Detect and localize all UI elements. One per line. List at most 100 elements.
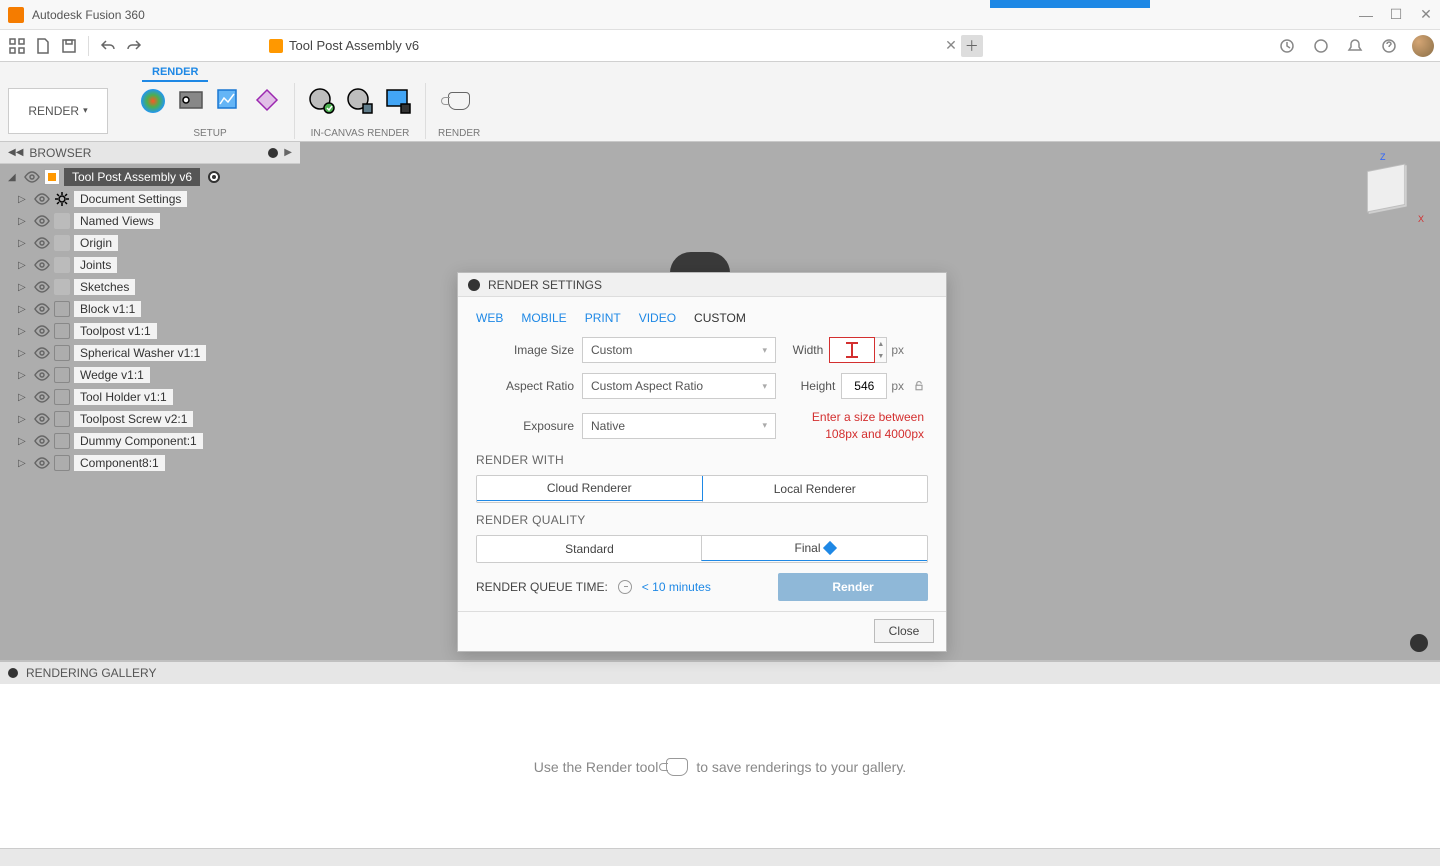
tree-root-label: Tool Post Assembly v6 (64, 168, 200, 186)
expand-icon[interactable]: ▷ (18, 260, 30, 271)
browser-header[interactable]: ◀◀ BROWSER ▶ (0, 142, 300, 164)
user-avatar[interactable] (1412, 35, 1434, 57)
new-tab-icon[interactable]: ＋ (961, 35, 983, 57)
tree-item[interactable]: ▷Toolpost Screw v2:1 (4, 408, 300, 430)
width-input[interactable] (829, 337, 875, 363)
visibility-icon[interactable] (34, 279, 50, 295)
tree-item[interactable]: ▷Named Views (4, 210, 300, 232)
decal-icon[interactable] (252, 86, 282, 116)
dialog-collapse-icon[interactable] (468, 279, 480, 291)
visibility-icon[interactable] (34, 345, 50, 361)
expand-icon[interactable]: ▷ (18, 326, 30, 337)
in-canvas-settings-icon[interactable] (345, 86, 375, 116)
comp-icon (54, 455, 70, 471)
help-icon[interactable] (1378, 35, 1400, 57)
gallery-header[interactable]: RENDERING GALLERY (0, 662, 1440, 684)
width-spinner[interactable]: ▲▼ (875, 337, 887, 363)
tree-root[interactable]: ◢ Tool Post Assembly v6 (4, 166, 300, 188)
save-icon[interactable] (58, 35, 80, 57)
tree-item[interactable]: ▷Sketches (4, 276, 300, 298)
expand-icon[interactable]: ▷ (18, 216, 30, 227)
visibility-icon[interactable] (34, 411, 50, 427)
dialog-title-bar[interactable]: RENDER SETTINGS (458, 273, 946, 297)
tree-item[interactable]: ▷Origin (4, 232, 300, 254)
expand-icon[interactable]: ▷ (18, 238, 30, 249)
expand-icon[interactable]: ◢ (8, 172, 20, 183)
exposure-select[interactable]: Native (582, 413, 776, 439)
dialog-tab-video[interactable]: VIDEO (639, 311, 676, 325)
expand-icon[interactable]: ▷ (18, 282, 30, 293)
tree-item[interactable]: ▷Document Settings (4, 188, 300, 210)
visibility-icon[interactable] (34, 433, 50, 449)
tree-item[interactable]: ▷Toolpost v1:1 (4, 320, 300, 342)
render-button[interactable]: Render (778, 573, 928, 601)
ribbon-tab-render[interactable]: RENDER (142, 64, 208, 82)
gallery-collapse-icon[interactable] (8, 668, 18, 678)
dialog-tab-custom[interactable]: CUSTOM (694, 311, 746, 325)
expand-icon[interactable]: ▷ (18, 458, 30, 469)
tree-item[interactable]: ▷Block v1:1 (4, 298, 300, 320)
tree-item[interactable]: ▷Dummy Component:1 (4, 430, 300, 452)
visibility-icon[interactable] (34, 455, 50, 471)
expand-icon[interactable]: ▷ (18, 194, 30, 205)
document-tab[interactable]: Tool Post Assembly v6 ✕ (269, 37, 957, 54)
data-panel-icon[interactable] (6, 35, 28, 57)
local-renderer-option[interactable]: Local Renderer (702, 476, 928, 502)
close-tab-icon[interactable]: ✕ (945, 37, 957, 54)
in-canvas-render-icon[interactable] (307, 86, 337, 116)
expand-icon[interactable]: ▷ (18, 304, 30, 315)
dialog-tab-mobile[interactable]: MOBILE (521, 311, 566, 325)
visibility-icon[interactable] (24, 169, 40, 185)
standard-quality-option[interactable]: Standard (477, 536, 702, 562)
cloud-renderer-option[interactable]: Cloud Renderer (476, 475, 703, 501)
minimize-button[interactable]: — (1360, 9, 1372, 21)
tree-item[interactable]: ▷Spherical Washer v1:1 (4, 342, 300, 364)
workspace-switcher[interactable]: RENDER (8, 88, 108, 134)
visibility-icon[interactable] (34, 301, 50, 317)
scene-settings-icon[interactable] (176, 86, 206, 116)
aspect-select[interactable]: Custom Aspect Ratio (582, 373, 776, 399)
browser-settings-icon[interactable] (268, 148, 278, 158)
tree-item[interactable]: ▷Component8:1 (4, 452, 300, 474)
visibility-icon[interactable] (34, 389, 50, 405)
visibility-icon[interactable] (34, 367, 50, 383)
expand-icon[interactable]: ▷ (18, 370, 30, 381)
capture-image-icon[interactable] (383, 86, 413, 116)
extensions-icon[interactable] (1276, 35, 1298, 57)
view-cube[interactable]: Z X (1352, 154, 1422, 224)
expand-icon[interactable]: ▷ (18, 414, 30, 425)
expand-icon[interactable]: ▷ (18, 436, 30, 447)
render-icon[interactable] (444, 86, 474, 116)
tree-item[interactable]: ▷Tool Holder v1:1 (4, 386, 300, 408)
visibility-icon[interactable] (34, 257, 50, 273)
activate-radio[interactable] (208, 171, 220, 183)
expand-icon[interactable]: ▷ (18, 392, 30, 403)
expand-icon[interactable]: ▷ (18, 348, 30, 359)
tree-item-label: Wedge v1:1 (74, 367, 150, 383)
job-status-icon[interactable] (1310, 35, 1332, 57)
file-menu-icon[interactable] (32, 35, 54, 57)
close-button[interactable]: Close (874, 619, 934, 643)
visibility-icon[interactable] (34, 191, 50, 207)
texture-map-icon[interactable] (214, 86, 244, 116)
pin-icon[interactable]: ▶ (284, 147, 292, 158)
feedback-icon[interactable] (1410, 634, 1428, 652)
visibility-icon[interactable] (34, 235, 50, 251)
collapse-icon[interactable]: ◀◀ (8, 147, 23, 158)
maximize-button[interactable]: ☐ (1390, 9, 1402, 21)
visibility-icon[interactable] (34, 213, 50, 229)
height-input[interactable] (841, 373, 887, 399)
final-quality-option[interactable]: Final (701, 535, 928, 561)
lock-aspect-icon[interactable] (910, 373, 928, 399)
visibility-icon[interactable] (34, 323, 50, 339)
redo-icon[interactable] (123, 35, 145, 57)
tree-item[interactable]: ▷ Wedge v1:1 (4, 364, 300, 386)
close-window-button[interactable]: ✕ (1420, 9, 1432, 21)
tree-item[interactable]: ▷Joints (4, 254, 300, 276)
dialog-tab-web[interactable]: WEB (476, 311, 503, 325)
image-size-select[interactable]: Custom (582, 337, 776, 363)
undo-icon[interactable] (97, 35, 119, 57)
notifications-icon[interactable] (1344, 35, 1366, 57)
dialog-tab-print[interactable]: PRINT (585, 311, 621, 325)
appearance-icon[interactable] (138, 86, 168, 116)
